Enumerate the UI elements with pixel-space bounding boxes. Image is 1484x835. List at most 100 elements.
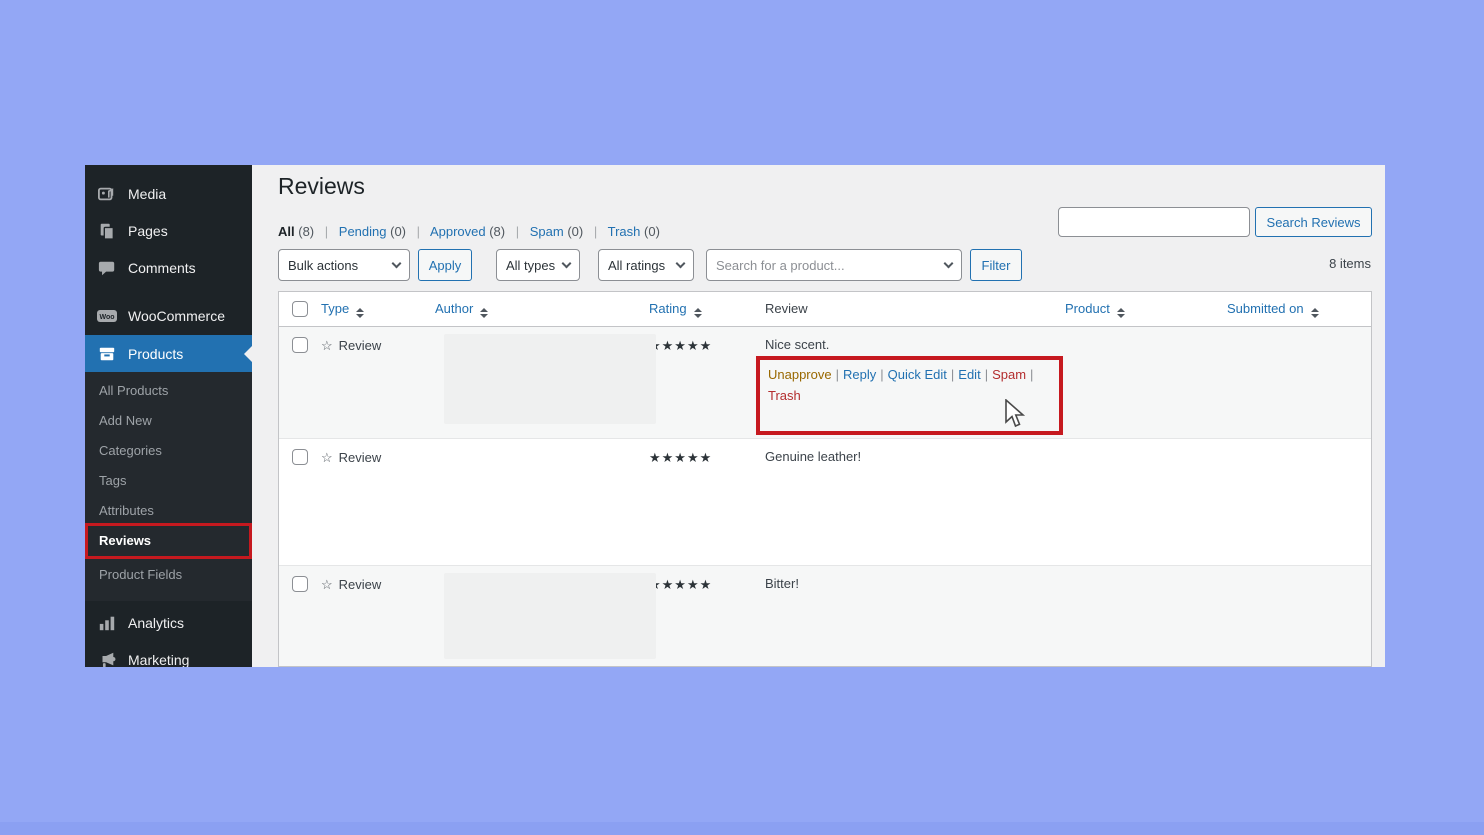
submitted-on-cell [1227, 439, 1371, 565]
search-reviews-button[interactable]: Search Reviews [1255, 207, 1372, 237]
sidebar-subitem-categories[interactable]: Categories [85, 437, 252, 465]
review-text: Bitter! [739, 566, 1065, 667]
filter-label: Pending [339, 224, 387, 239]
sidebar-subitem-all-products[interactable]: All Products [85, 377, 252, 405]
filter-separator: | [417, 224, 420, 239]
column-header-author[interactable]: Author [435, 292, 649, 326]
annotation-box-row-actions: Unapprove|Reply|Quick Edit|Edit|Spam| Tr… [756, 356, 1063, 435]
filter-count: (0) [390, 224, 406, 239]
action-spam[interactable]: Spam [992, 367, 1026, 382]
author-cell [435, 439, 649, 565]
column-header-product[interactable]: Product [1065, 292, 1227, 326]
reviews-table: Type Author Rating Review Product [278, 291, 1372, 667]
type-label: Review [339, 577, 382, 592]
type-filter-select[interactable]: All types [496, 249, 580, 281]
filter-button[interactable]: Filter [970, 249, 1022, 281]
sidebar-subitem-reviews[interactable]: Reviews [85, 527, 252, 555]
filter-link-pending[interactable]: Pending (0) [339, 224, 406, 239]
submitted-on-cell [1227, 327, 1371, 438]
filter-count: (8) [489, 224, 505, 239]
svg-text:Woo: Woo [99, 314, 114, 321]
filter-label: Spam [530, 224, 564, 239]
sort-arrows-icon [694, 308, 702, 318]
column-label: Submitted on [1227, 301, 1304, 316]
search-reviews-input[interactable] [1058, 207, 1250, 237]
analytics-icon [97, 613, 117, 633]
action-reply[interactable]: Reply [843, 367, 876, 382]
pages-icon [97, 221, 117, 241]
redacted-author-block [444, 334, 656, 424]
column-header-type[interactable]: Type [321, 292, 435, 326]
media-icon [97, 184, 117, 204]
column-label: Author [435, 301, 473, 316]
sidebar-subitem-attributes[interactable]: Attributes [85, 497, 252, 525]
column-header-rating[interactable]: Rating [649, 292, 739, 326]
chevron-down-icon [562, 259, 572, 269]
sidebar-item-comments[interactable]: Comments [85, 251, 252, 285]
select-all-checkbox[interactable] [292, 301, 308, 317]
rating-filter-select[interactable]: All ratings [598, 249, 694, 281]
sort-arrows-icon [480, 308, 488, 318]
subitem-label: Reviews [99, 533, 151, 548]
filter-link-all[interactable]: All (8) [278, 224, 314, 239]
sidebar-item-label: Marketing [128, 652, 189, 667]
type-cell: ☆ Review [321, 566, 435, 667]
action-separator: | [836, 367, 839, 382]
type-label: Review [339, 450, 382, 465]
sidebar-item-label: Pages [128, 223, 168, 239]
woocommerce-icon: Woo [97, 306, 117, 326]
product-search-select[interactable]: Search for a product... [706, 249, 962, 281]
action-separator: | [1030, 367, 1033, 382]
action-trash[interactable]: Trash [768, 388, 801, 403]
column-header-review: Review [739, 292, 1065, 326]
subitem-label: Attributes [99, 503, 154, 518]
table-row: ☆Review ★★★★★ Nice scent. Unapprove|Repl… [279, 327, 1371, 438]
type-cell: ☆Review [321, 327, 435, 438]
filter-label: Approved [430, 224, 486, 239]
filter-count: (0) [567, 224, 583, 239]
submitted-on-cell [1227, 566, 1371, 667]
sidebar-item-products[interactable]: Products [85, 335, 252, 372]
product-cell [1065, 439, 1227, 565]
filter-label: All [278, 224, 295, 239]
action-quick-edit[interactable]: Quick Edit [888, 367, 947, 382]
chevron-down-icon [392, 259, 402, 269]
column-header-submitted-on[interactable]: Submitted on [1227, 292, 1371, 326]
subitem-label: Add New [99, 413, 152, 428]
products-icon [97, 344, 117, 364]
star-outline-icon: ☆ [321, 338, 333, 353]
list-toolbar: Bulk actions Apply All types All ratings… [252, 249, 1385, 281]
bulk-actions-select[interactable]: Bulk actions [278, 249, 410, 281]
select-row-checkbox[interactable] [292, 576, 308, 592]
type-filter-value: All types [506, 258, 555, 273]
product-cell [1065, 566, 1227, 667]
table-row: ☆Review ★★★★★ Bitter! [279, 565, 1371, 667]
chevron-down-icon [944, 259, 954, 269]
sidebar-subitem-add-new[interactable]: Add New [85, 407, 252, 435]
filter-link-spam[interactable]: Spam (0) [530, 224, 583, 239]
sidebar-item-analytics[interactable]: Analytics [85, 608, 252, 638]
sidebar-item-media[interactable]: Media [85, 177, 252, 211]
filter-separator: | [325, 224, 328, 239]
sidebar-subitem-tags[interactable]: Tags [85, 467, 252, 495]
star-outline-icon: ☆ [321, 577, 333, 592]
sidebar-item-marketing[interactable]: Marketing [85, 645, 252, 667]
filter-link-approved[interactable]: Approved (8) [430, 224, 505, 239]
action-edit[interactable]: Edit [958, 367, 980, 382]
sidebar-item-label: Media [128, 186, 166, 202]
select-row-checkbox[interactable] [292, 449, 308, 465]
product-cell [1065, 327, 1227, 438]
action-separator: | [951, 367, 954, 382]
sort-arrows-icon [1311, 308, 1319, 318]
sidebar-item-pages[interactable]: Pages [85, 214, 252, 248]
sidebar-subitem-product-fields[interactable]: Product Fields [85, 561, 252, 589]
slide-background: Media Pages Comments Woo WooCommerce [0, 0, 1484, 835]
table-header-row: Type Author Rating Review Product [279, 292, 1371, 327]
sidebar-item-woocommerce[interactable]: Woo WooCommerce [85, 299, 252, 333]
filter-link-trash[interactable]: Trash (0) [608, 224, 660, 239]
select-row-checkbox[interactable] [292, 337, 308, 353]
filter-label: Trash [608, 224, 641, 239]
apply-button[interactable]: Apply [418, 249, 472, 281]
review-text: Genuine leather! [739, 439, 1065, 565]
action-unapprove[interactable]: Unapprove [768, 367, 832, 382]
